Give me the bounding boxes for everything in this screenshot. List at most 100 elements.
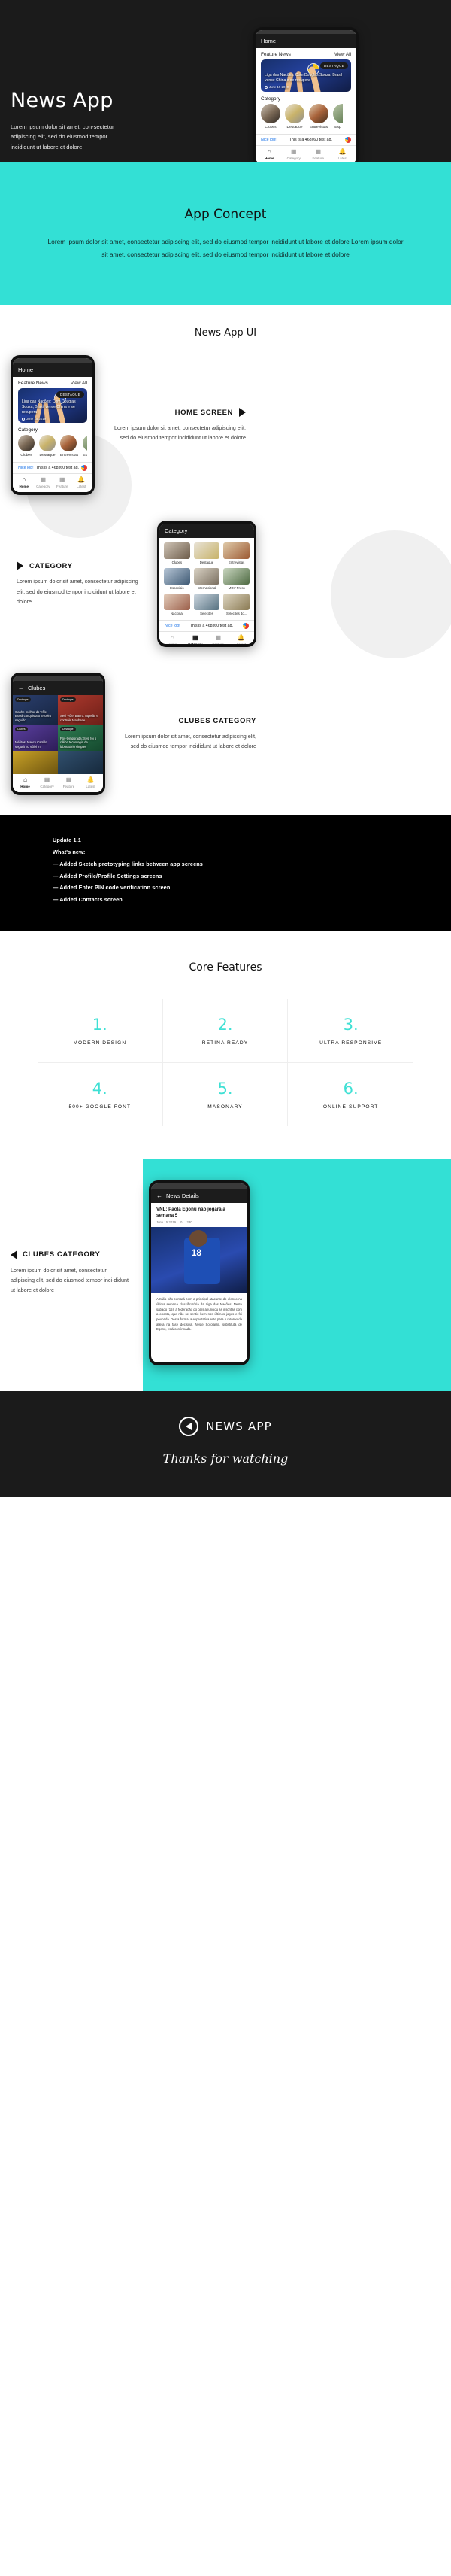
feature-number: 2. bbox=[217, 1015, 233, 1034]
nav-item-feature[interactable]: ▦Feature bbox=[207, 635, 230, 645]
details-body: Lorem ipsum dolor sit amet, consectetur … bbox=[11, 1266, 129, 1294]
clubes-screen-body: Lorem ipsum dolor sit amet, consectetur … bbox=[125, 733, 256, 750]
clubes-card[interactable]: Destaque Sesi Vôlei Bauru: tapetão e con… bbox=[58, 695, 103, 725]
card-title: Ganhe melhor do Vôlei Brasil conquista o… bbox=[15, 709, 52, 722]
bottom-nav: ⌂Home ▦Category ▦Feature 🔔Latest bbox=[159, 632, 254, 645]
feature-number: 6. bbox=[343, 1079, 359, 1098]
category-name: Destaque bbox=[199, 560, 214, 565]
feature-label: 500+ GOOGLE FONT bbox=[68, 1104, 132, 1110]
category-grid: Clubes Destaque Entrevistas Especiais In… bbox=[159, 538, 254, 620]
clubes-card[interactable]: Destaque Pós-temporada: Sesi foi o cálic… bbox=[58, 724, 103, 752]
feature-card[interactable]: DESTAQUE Liga das Nações: Com Douglas So… bbox=[18, 387, 87, 424]
arrow-left-icon[interactable]: ← bbox=[18, 685, 24, 691]
category-cell[interactable]: Internacional bbox=[193, 568, 220, 591]
category-cell[interactable]: Especiais bbox=[164, 568, 190, 590]
nav-item-category[interactable]: ▦ Category bbox=[282, 149, 307, 161]
nav-label: Latest bbox=[237, 642, 246, 644]
nav-label: Latest bbox=[77, 485, 86, 489]
article-title: VNL: Paola Egonu não jogará a semana 5 bbox=[156, 1206, 226, 1218]
category-item[interactable]: Destaque bbox=[39, 435, 56, 457]
nav-item-feature[interactable]: ▦Feature bbox=[53, 477, 72, 489]
details-heading: CLUBES CATEGORY bbox=[23, 1250, 101, 1259]
feature-cell: 3. ULTRA RESPONSIVE bbox=[288, 999, 413, 1063]
core-features-grid: 1. MODERN DESIGN 2. RETINA READY 3. ULTR… bbox=[38, 998, 413, 1126]
grid-icon: ▦ bbox=[192, 634, 198, 642]
nav-item-home[interactable]: ⌂Home bbox=[161, 635, 184, 645]
arrow-right-icon bbox=[239, 408, 246, 418]
feature-number: 5. bbox=[217, 1079, 233, 1098]
nav-item-category[interactable]: ▦Category bbox=[36, 777, 58, 789]
home-screen-body: Lorem ipsum dolor sit amet, consectetur … bbox=[114, 424, 246, 442]
grid-icon: ▦ bbox=[65, 776, 72, 784]
nav-label: Category bbox=[36, 485, 50, 489]
category-item[interactable]: Clubes bbox=[261, 104, 280, 129]
clubes-card[interactable]: Destaque Ganhe melhor do Vôlei Brasil co… bbox=[13, 695, 58, 725]
nav-label: Feature bbox=[212, 642, 224, 644]
bottom-nav: ⌂Home ▦Category ▦Feature 🔔Latest bbox=[13, 474, 92, 493]
category-thumb bbox=[223, 594, 250, 611]
category-name: Esp bbox=[83, 454, 87, 458]
nav-item-category[interactable]: ▦Category bbox=[184, 634, 207, 645]
app-concept-body: Lorem ipsum dolor sit amet, consectetur … bbox=[47, 238, 404, 259]
category-cell[interactable]: Seleções do... bbox=[223, 594, 250, 615]
nav-item-home[interactable]: ⌂Home bbox=[14, 776, 36, 789]
arrow-left-icon[interactable]: ← bbox=[156, 1192, 162, 1199]
ad-banner[interactable]: Nice job! This is a 468x60 test ad. bbox=[159, 620, 254, 633]
nav-item-feature[interactable]: ▦ Feature bbox=[306, 149, 331, 161]
category-cell[interactable]: Seleções bbox=[193, 594, 220, 616]
ad-banner[interactable]: Nice job! This is a 468x60 test ad. bbox=[256, 134, 356, 146]
nav-item-home[interactable]: ⌂Home bbox=[14, 477, 34, 489]
category-cell[interactable]: Destaque bbox=[193, 542, 220, 565]
nav-item-latest[interactable]: 🔔Latest bbox=[230, 635, 253, 645]
home-screen-row: Home Feature News View All DESTAQUE Liga bbox=[0, 355, 451, 496]
home-icon: ⌂ bbox=[23, 776, 27, 784]
clubes-card[interactable] bbox=[13, 751, 58, 775]
feature-label: ULTRA RESPONSIVE bbox=[319, 1040, 383, 1046]
clubes-card[interactable] bbox=[58, 751, 103, 775]
core-features-section: Core Features 1. MODERN DESIGN 2. RETINA… bbox=[0, 931, 451, 1159]
category-item[interactable]: Esp bbox=[83, 435, 87, 457]
nav-item-latest[interactable]: 🔔Latest bbox=[80, 777, 101, 789]
category-item[interactable]: Entrevistas bbox=[309, 104, 328, 129]
nav-item-feature[interactable]: ▦Feature bbox=[58, 776, 80, 789]
nav-item-category[interactable]: ▦Category bbox=[34, 477, 53, 489]
category-name: Clubes bbox=[20, 454, 32, 458]
clubes-card-row bbox=[13, 751, 103, 775]
feature-card-date-row: June 15 2019 bbox=[22, 417, 83, 421]
card-tag: Destaque bbox=[60, 697, 76, 703]
nav-item-home[interactable]: ⌂ Home bbox=[257, 149, 282, 161]
category-thumb bbox=[285, 104, 304, 123]
feature-cell: 2. RETINA READY bbox=[162, 998, 289, 1063]
category-item[interactable]: Clubes bbox=[18, 435, 35, 457]
view-all-link[interactable]: View All bbox=[334, 52, 351, 57]
category-name: Seleções bbox=[200, 612, 213, 616]
view-all-link[interactable]: View All bbox=[71, 381, 87, 386]
category-item[interactable]: Entrevistas bbox=[60, 435, 78, 457]
feature-number: 4. bbox=[92, 1079, 107, 1098]
category-name: MGV Press bbox=[228, 586, 245, 591]
feature-card[interactable]: DESTAQUE Liga das Nações: Com Douglas So… bbox=[261, 59, 351, 92]
category-item[interactable]: Destaque bbox=[285, 104, 304, 129]
nav-item-latest[interactable]: 🔔 Latest bbox=[331, 149, 356, 161]
feature-label: MODERN DESIGN bbox=[73, 1040, 127, 1046]
clubes-screen-heading: CLUBES CATEGORY bbox=[178, 717, 256, 726]
ad-banner[interactable]: Nice job! This is a 468x60 test ad. bbox=[13, 462, 92, 475]
category-cell[interactable]: Clubes bbox=[164, 542, 190, 564]
category-cell[interactable]: Nacional bbox=[164, 594, 190, 615]
category-name: Especiais bbox=[170, 586, 184, 591]
bottom-nav: ⌂Home ▦Category ▦Feature 🔔Latest bbox=[13, 774, 103, 793]
status-bar bbox=[13, 676, 103, 682]
clubes-screen-row: ← Clubes Destaque Ganhe melhor do Vôlei … bbox=[0, 673, 451, 796]
category-item[interactable]: Esp bbox=[333, 104, 343, 129]
nav-label: Home bbox=[168, 642, 177, 644]
category-thumb bbox=[164, 568, 190, 585]
feature-card-title: Liga das Nações: Com Douglas Souza, Bras… bbox=[22, 399, 76, 415]
nav-item-latest[interactable]: 🔔Latest bbox=[72, 477, 92, 489]
category-cell[interactable]: MGV Press bbox=[223, 568, 250, 590]
category-cell[interactable]: Entrevistas bbox=[223, 542, 250, 564]
clubes-card[interactable]: Clubes Méritos! Nancy Carrillo segurá no… bbox=[13, 724, 58, 752]
details-inner: CLUBES CATEGORY Lorem ipsum dolor sit am… bbox=[0, 1180, 451, 1365]
app-bar: ← Clubes bbox=[13, 681, 103, 696]
card-tag: Destaque bbox=[60, 727, 76, 732]
category-name: Internacional bbox=[197, 586, 216, 591]
